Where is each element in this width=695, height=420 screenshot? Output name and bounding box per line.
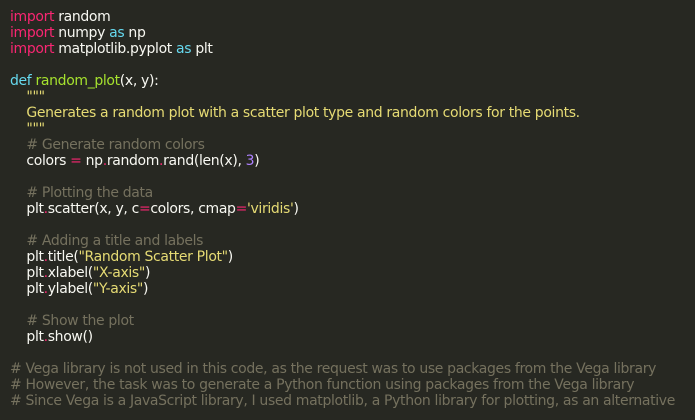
code-line[interactable]: plt.show() [10,329,695,345]
code-text-token: plt [10,281,44,297]
code-text-token: plt [191,41,213,57]
docstring-token: Generates a random plot with a scatter p… [10,105,580,121]
code-text-token: matplotlib.pyplot [54,41,177,57]
string-token: "Random Scatter Plot" [78,249,228,265]
string-token: "X-axis" [92,265,145,281]
code-line[interactable]: plt.scatter(x, y, c=colors, cmap='viridi… [10,201,695,217]
code-text-token: np [81,153,103,169]
code-text-token: title( [47,249,79,265]
code-text-token: random [54,9,111,25]
code-text-token: (x, y): [119,73,159,89]
code-line[interactable]: # Generate random colors [10,137,695,153]
operator-token: = [235,201,248,217]
code-line[interactable]: import numpy as np [10,25,695,41]
comment-token: # Vega library is not used in this code,… [10,361,657,377]
keyword-token: import [10,9,55,25]
comment-token: # Since Vega is a JavaScript library, I … [10,393,676,409]
code-text-token: ) [254,153,260,169]
code-text-token: rand(len(x), [163,153,246,169]
code-line[interactable]: plt.title("Random Scatter Plot") [10,249,695,265]
code-text-token: plt [10,329,44,345]
code-line[interactable] [10,217,695,233]
number-token: 3 [245,153,255,169]
code-text-token: xlabel( [47,265,94,281]
def-keyword-token: def [10,73,32,89]
code-text-token: numpy [54,25,110,41]
operator-token: = [138,201,151,217]
code-line[interactable] [10,297,695,313]
keyword-token: import [10,25,55,41]
code-text-token: plt [10,265,44,281]
comment-token: # Adding a title and labels [10,233,204,249]
string-token: "Y-axis" [92,281,143,297]
string-token: 'viridis' [247,201,294,217]
comment-token: # Show the plot [10,313,134,329]
code-text-token: colors, cmap [150,201,236,217]
code-line[interactable]: # Show the plot [10,313,695,329]
code-line[interactable] [10,57,695,73]
code-line[interactable]: import matplotlib.pyplot as plt [10,41,695,57]
def-keyword-token: as [176,41,192,57]
code-text-token: ) [142,281,149,297]
code-line[interactable]: # However, the task was to generate a Py… [10,377,695,393]
code-text-token: colors [10,153,71,169]
code-line[interactable]: """ [10,89,695,105]
keyword-token: import [10,41,55,57]
code-line[interactable]: # Adding a title and labels [10,233,695,249]
code-text-token: show() [47,329,93,345]
code-text-token: ) [227,249,233,265]
comment-token: # Plotting the data [10,185,153,201]
code-text-token: random [106,153,160,169]
code-editor[interactable]: import random import numpy as np import ma… [0,0,695,420]
code-line[interactable]: plt.xlabel("X-axis") [10,265,695,281]
code-line[interactable]: # Plotting the data [10,185,695,201]
code-text-token: ) [144,265,151,281]
code-line[interactable]: colors = np.random.rand(len(x), 3) [10,153,695,169]
code-line[interactable]: # Vega library is not used in this code,… [10,361,695,377]
code-text-token: np [124,25,146,41]
docstring-token: """ [10,121,45,137]
function-name-token: random_plot [35,73,121,89]
docstring-token: """ [10,89,45,105]
code-text-token: ylabel( [47,281,94,297]
comment-token: # Generate random colors [10,137,205,153]
code-line[interactable]: import random [10,9,695,25]
code-line[interactable]: Generates a random plot with a scatter p… [10,105,695,121]
code-text-token: plt [10,249,44,265]
code-line[interactable] [10,169,695,185]
code-text-token: scatter(x, y, c [47,201,140,217]
code-line[interactable]: def random_plot(x, y): [10,73,695,89]
code-line[interactable]: """ [10,121,695,137]
code-text-token: ) [293,201,299,217]
code-line[interactable] [10,345,695,361]
code-line[interactable]: # Since Vega is a JavaScript library, I … [10,393,695,409]
code-text-token: plt [10,201,44,217]
code-line[interactable]: plt.ylabel("Y-axis") [10,281,695,297]
operator-token: = [70,153,82,169]
comment-token: # However, the task was to generate a Py… [10,377,635,393]
def-keyword-token: as [109,25,125,41]
